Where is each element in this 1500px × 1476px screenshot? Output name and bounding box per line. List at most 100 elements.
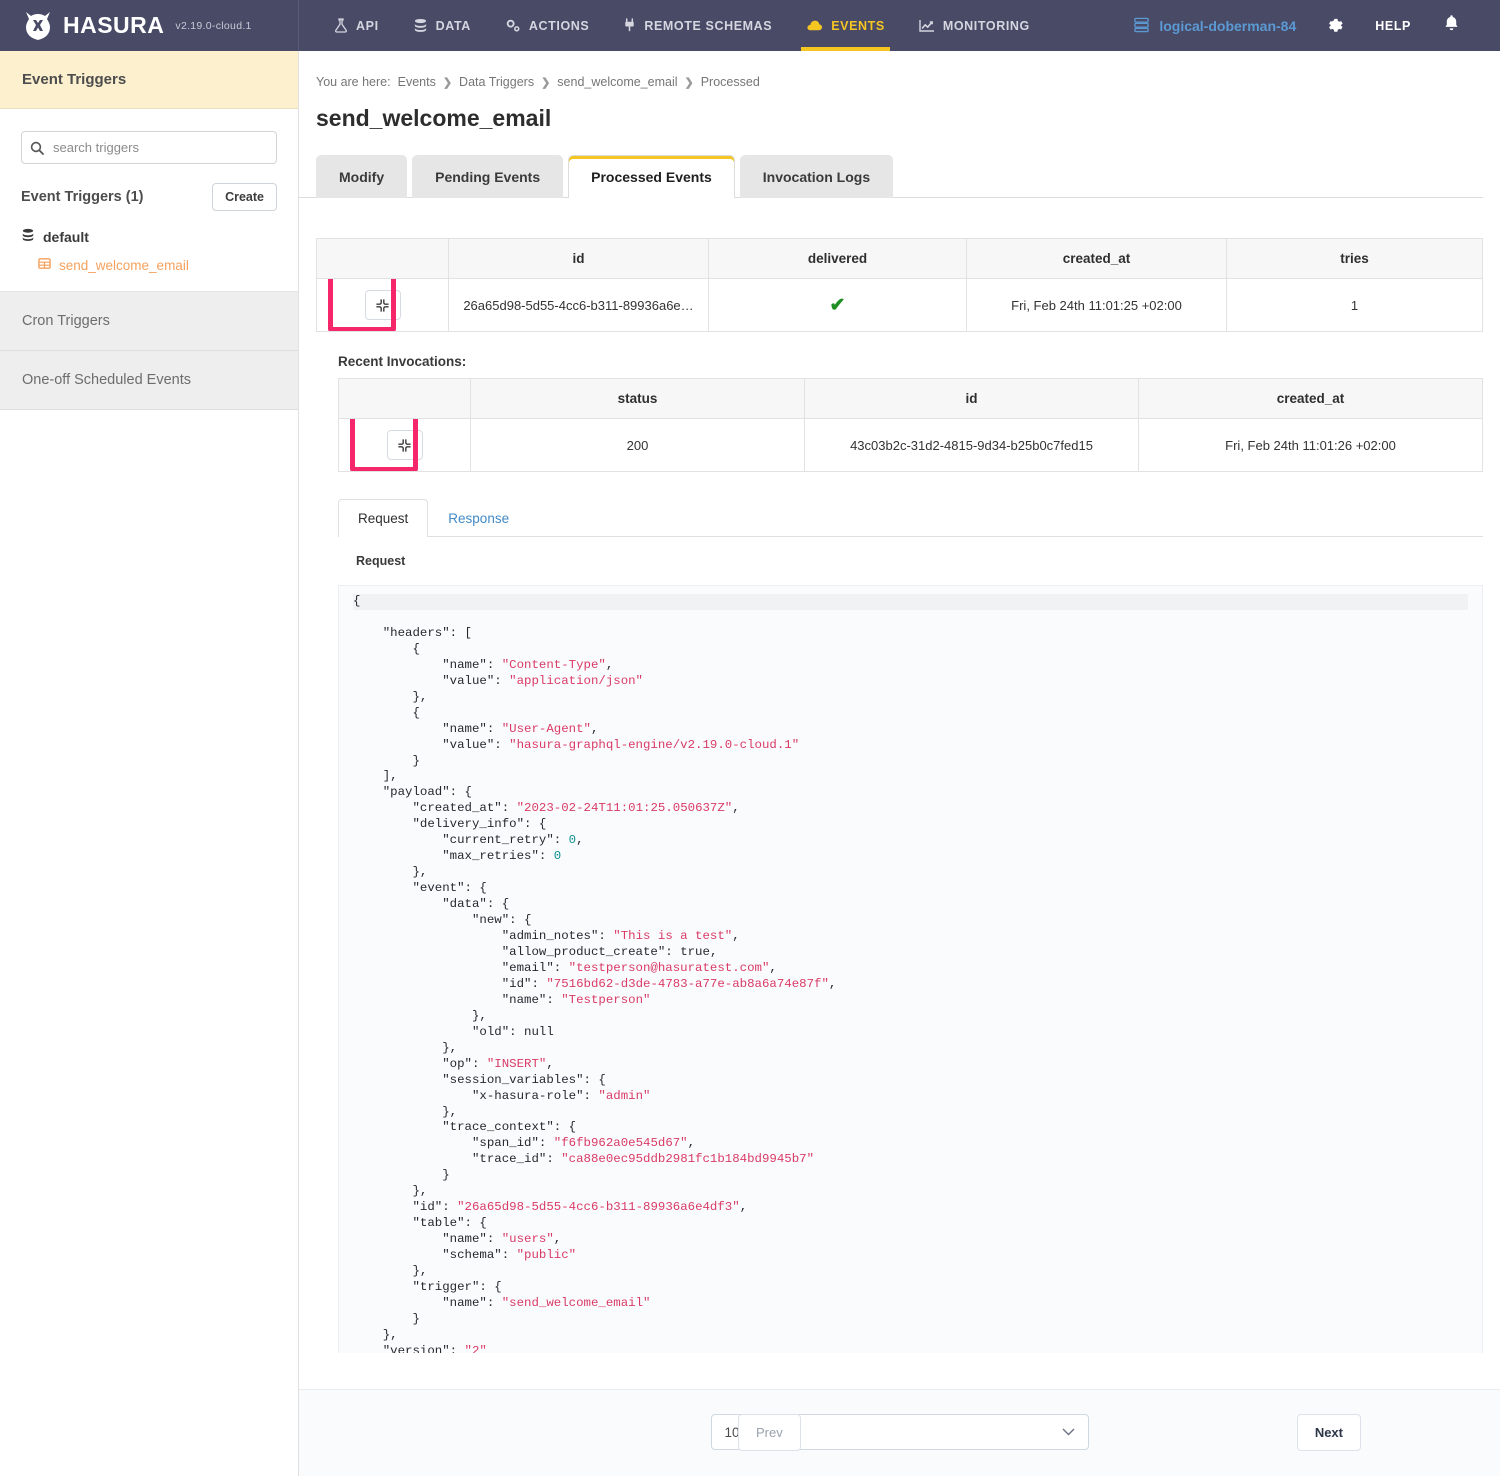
- footer-spacer: [299, 1353, 1500, 1389]
- notifications-button[interactable]: [1427, 14, 1476, 37]
- help-label: HELP: [1375, 19, 1411, 33]
- col-id[interactable]: id: [805, 379, 1139, 419]
- nav-item-actions[interactable]: ACTIONS: [488, 0, 606, 51]
- event-created-at-cell: Fri, Feb 24th 11:01:25 +02:00: [967, 279, 1227, 332]
- server-stack-icon: [1133, 16, 1150, 36]
- nav-label-remote-schemas: REMOTE SCHEMAS: [644, 19, 772, 33]
- sidebar-item-one-off-scheduled-events[interactable]: One-off Scheduled Events: [0, 351, 298, 410]
- sidebar-item-cron-triggers[interactable]: Cron Triggers: [0, 292, 298, 351]
- brand-block[interactable]: HASURA v2.19.0-cloud.1: [0, 0, 299, 51]
- col-tries[interactable]: tries: [1227, 239, 1483, 279]
- breadcrumb-item-data-triggers[interactable]: Data Triggers: [459, 75, 534, 89]
- collapse-arrows-icon[interactable]: [365, 290, 401, 320]
- tab-request[interactable]: Request: [338, 499, 428, 537]
- project-selector[interactable]: logical-doberman-84: [1119, 16, 1310, 36]
- tab-invocation-logs[interactable]: Invocation Logs: [740, 155, 893, 198]
- table-header-row: status id created_at: [339, 379, 1483, 419]
- col-created-at[interactable]: created_at: [1139, 379, 1483, 419]
- breadcrumb-item-events[interactable]: Events: [398, 75, 436, 89]
- top-navigation-bar: HASURA v2.19.0-cloud.1 API DATA ACTIO: [0, 0, 1500, 51]
- event-expander-cell: [317, 279, 449, 332]
- nav-label-monitoring: MONITORING: [943, 19, 1030, 33]
- invocation-detail: Request Response Request { "headers": [ …: [338, 498, 1483, 1353]
- help-button[interactable]: HELP: [1359, 19, 1427, 33]
- nav-label-actions: ACTIONS: [529, 19, 589, 33]
- secondary-nav: logical-doberman-84 HELP: [1119, 0, 1500, 51]
- nav-item-data[interactable]: DATA: [396, 0, 488, 51]
- recent-invocations-label: Recent Invocations:: [338, 354, 1483, 369]
- invocation-id-cell: 43c03b2c-31d2-4815-9d34-b25b0c7fed15: [805, 419, 1139, 472]
- recent-invocations-table: status id created_at: [338, 378, 1483, 472]
- sidebar: Event Triggers Event Triggers (1) Create: [0, 51, 299, 1476]
- page-body: Event Triggers Event Triggers (1) Create: [0, 51, 1500, 1476]
- sidebar-header: Event Triggers: [0, 51, 298, 109]
- nav-item-events[interactable]: EVENTS: [789, 0, 902, 51]
- table-icon: [38, 257, 51, 273]
- table-header-row: id delivered created_at tries: [317, 239, 1483, 279]
- chart-line-icon: [919, 19, 935, 33]
- database-icon: [21, 228, 35, 245]
- processed-events-panel: id delivered created_at tries: [299, 198, 1500, 1353]
- sidebar-database-default[interactable]: default: [21, 228, 277, 245]
- breadcrumb: You are here: Events ❯ Data Triggers ❯ s…: [299, 51, 1500, 89]
- prev-page-button[interactable]: Prev: [738, 1414, 801, 1451]
- flask-icon: [334, 18, 348, 33]
- request-json-code: { "headers": [ { "name": "Content-Type",…: [339, 594, 1482, 1353]
- brand-version: v2.19.0-cloud.1: [175, 20, 251, 32]
- page-title: send_welcome_email: [299, 89, 1500, 132]
- col-delivered[interactable]: delivered: [709, 239, 967, 279]
- gears-icon: [505, 18, 521, 33]
- tab-processed-events[interactable]: Processed Events: [568, 155, 735, 198]
- sidebar-item-send-welcome-email[interactable]: send_welcome_email: [38, 257, 277, 273]
- check-icon: ✔: [830, 295, 846, 316]
- nav-item-remote-schemas[interactable]: REMOTE SCHEMAS: [606, 0, 789, 51]
- col-expander: [317, 239, 449, 279]
- next-page-button[interactable]: Next: [1297, 1414, 1361, 1451]
- primary-nav: API DATA ACTIONS REMOTE SCHEMAS: [299, 0, 1047, 51]
- sidebar-group-title: Event Triggers (1): [21, 189, 143, 205]
- invocation-status-cell: 200: [471, 419, 805, 472]
- bell-icon: [1443, 14, 1460, 37]
- search-wrapper: [21, 131, 277, 164]
- breadcrumb-separator-icon: ❯: [541, 76, 550, 89]
- invocation-expander-cell: [339, 419, 471, 472]
- table-row: 200 43c03b2c-31d2-4815-9d34-b25b0c7fed15…: [339, 419, 1483, 472]
- recent-invocations-wrapper: status id created_at: [338, 378, 1483, 472]
- brand-name: HASURA: [63, 12, 164, 39]
- pagination-bar: Prev 10 rows Next: [299, 1389, 1500, 1476]
- nav-label-api: API: [356, 19, 379, 33]
- nav-label-events: EVENTS: [831, 19, 885, 33]
- sidebar-trigger-label: send_welcome_email: [59, 258, 189, 273]
- col-created-at[interactable]: created_at: [967, 239, 1227, 279]
- col-id[interactable]: id: [449, 239, 709, 279]
- event-tries-cell: 1: [1227, 279, 1483, 332]
- table-row: 26a65d98-5d55-4cc6-b311-89936a6e… ✔ Fri,…: [317, 279, 1483, 332]
- settings-button[interactable]: [1310, 15, 1359, 37]
- col-status[interactable]: status: [471, 379, 805, 419]
- nav-item-api[interactable]: API: [317, 0, 396, 51]
- hasura-console: HASURA v2.19.0-cloud.1 API DATA ACTIO: [0, 0, 1500, 1476]
- plug-icon: [623, 18, 636, 33]
- chevron-down-icon: [1062, 1425, 1075, 1439]
- breadcrumb-prefix: You are here:: [316, 75, 391, 89]
- breadcrumb-item-processed: Processed: [701, 75, 760, 89]
- breadcrumb-separator-icon: ❯: [443, 76, 452, 89]
- search-input[interactable]: [21, 131, 277, 164]
- tab-pending-events[interactable]: Pending Events: [412, 155, 563, 198]
- tab-response[interactable]: Response: [428, 499, 529, 537]
- search-icon: [30, 141, 44, 155]
- breadcrumb-separator-icon: ❯: [685, 76, 694, 89]
- project-name: logical-doberman-84: [1159, 18, 1296, 34]
- main-content: You are here: Events ❯ Data Triggers ❯ s…: [299, 51, 1500, 1476]
- breadcrumb-item-trigger[interactable]: send_welcome_email: [557, 75, 677, 89]
- sidebar-filler: [0, 410, 298, 1476]
- page-tabs: Modify Pending Events Processed Events I…: [299, 132, 1483, 198]
- event-delivered-cell: ✔: [709, 279, 967, 332]
- sidebar-database-label: default: [43, 229, 89, 245]
- create-trigger-button[interactable]: Create: [212, 183, 277, 211]
- nav-item-monitoring[interactable]: MONITORING: [902, 0, 1047, 51]
- collapse-arrows-icon[interactable]: [387, 430, 423, 460]
- tab-modify[interactable]: Modify: [316, 155, 407, 198]
- event-id-cell: 26a65d98-5d55-4cc6-b311-89936a6e…: [449, 279, 709, 332]
- detail-tabs: Request Response: [338, 498, 1483, 537]
